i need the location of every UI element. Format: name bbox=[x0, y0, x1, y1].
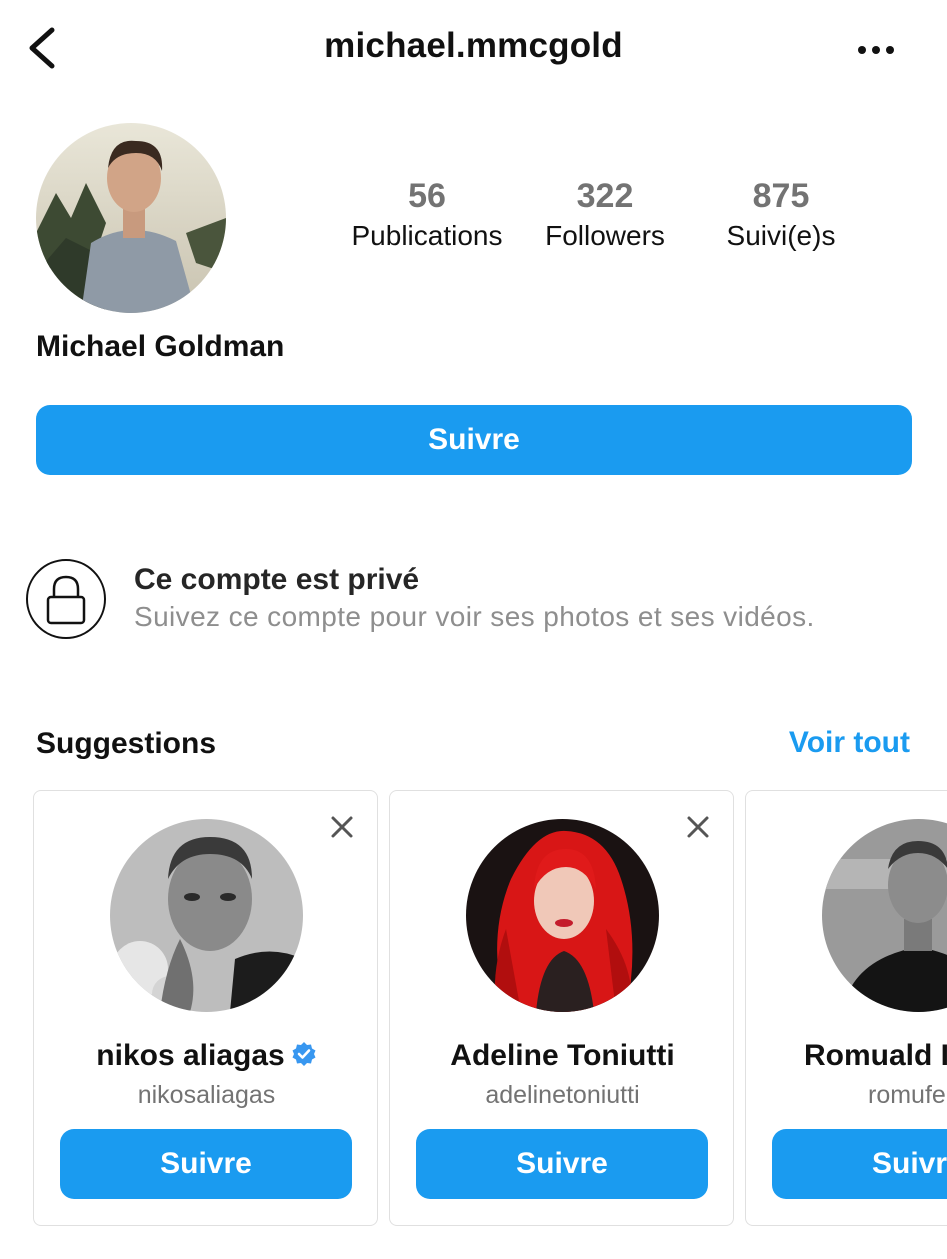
profile-username: michael.mmcgold bbox=[324, 26, 623, 65]
more-options-button[interactable] bbox=[852, 38, 900, 62]
profile-avatar[interactable] bbox=[36, 123, 226, 313]
lock-icon bbox=[46, 575, 86, 625]
suggestion-name-text: nikos aliagas bbox=[96, 1039, 285, 1072]
suggestion-avatar[interactable] bbox=[110, 819, 303, 1012]
suggestion-name: Adeline Toniutti bbox=[450, 1039, 675, 1072]
private-title: Ce compte est privé bbox=[134, 563, 420, 596]
private-description: Suivez ce compte pour voir ses photos et… bbox=[134, 601, 815, 632]
suggestion-card[interactable]: nikos aliagas nikosaliagas Suivre bbox=[33, 790, 378, 1226]
private-lock-badge bbox=[26, 559, 106, 639]
close-icon bbox=[687, 816, 709, 838]
stat-followers[interactable]: 322 Followers bbox=[530, 176, 680, 254]
suggestion-handle: nikosaliagas bbox=[137, 1081, 276, 1109]
stat-value: 56 bbox=[408, 177, 446, 215]
stat-label: Followers bbox=[545, 220, 665, 251]
suggestion-follow-button[interactable]: Suivre bbox=[416, 1129, 708, 1199]
stat-value: 322 bbox=[576, 177, 634, 215]
suggestion-follow-button[interactable]: Suivr bbox=[772, 1129, 947, 1199]
stat-label: Suivi(e)s bbox=[726, 220, 836, 251]
suggestions-title: Suggestions bbox=[36, 727, 217, 760]
stat-following[interactable]: 875 Suivi(e)s bbox=[705, 176, 857, 254]
stat-label: Publications bbox=[351, 220, 503, 251]
dismiss-suggestion-button[interactable] bbox=[684, 813, 712, 841]
suggestion-card[interactable]: Romuald I romufe Suivr bbox=[745, 790, 947, 1226]
suggestion-follow-button[interactable]: Suivre bbox=[60, 1129, 352, 1199]
top-bar: michael.mmcgold bbox=[0, 0, 947, 100]
suggestion-card[interactable]: Adeline Toniutti adelinetoniutti Suivre bbox=[389, 790, 734, 1226]
dismiss-suggestion-button[interactable] bbox=[328, 813, 356, 841]
profile-full-name: Michael Goldman bbox=[36, 330, 285, 363]
stat-publications[interactable]: 56 Publications bbox=[340, 176, 514, 254]
more-dots-icon bbox=[858, 46, 894, 54]
suggestion-avatar[interactable] bbox=[466, 819, 659, 1012]
stat-value: 875 bbox=[752, 177, 810, 215]
suggestion-handle: romufe bbox=[868, 1081, 946, 1109]
suggestion-avatar[interactable] bbox=[822, 819, 947, 1012]
verified-badge-icon bbox=[292, 1042, 316, 1066]
follow-button[interactable]: Suivre bbox=[36, 405, 912, 475]
suggestion-name: nikos aliagas bbox=[34, 1039, 377, 1073]
see-all-link[interactable]: Voir tout bbox=[789, 726, 910, 760]
close-icon bbox=[331, 816, 353, 838]
suggestion-handle: adelinetoniutti bbox=[485, 1081, 640, 1109]
suggestion-name: Romuald I bbox=[804, 1039, 947, 1072]
